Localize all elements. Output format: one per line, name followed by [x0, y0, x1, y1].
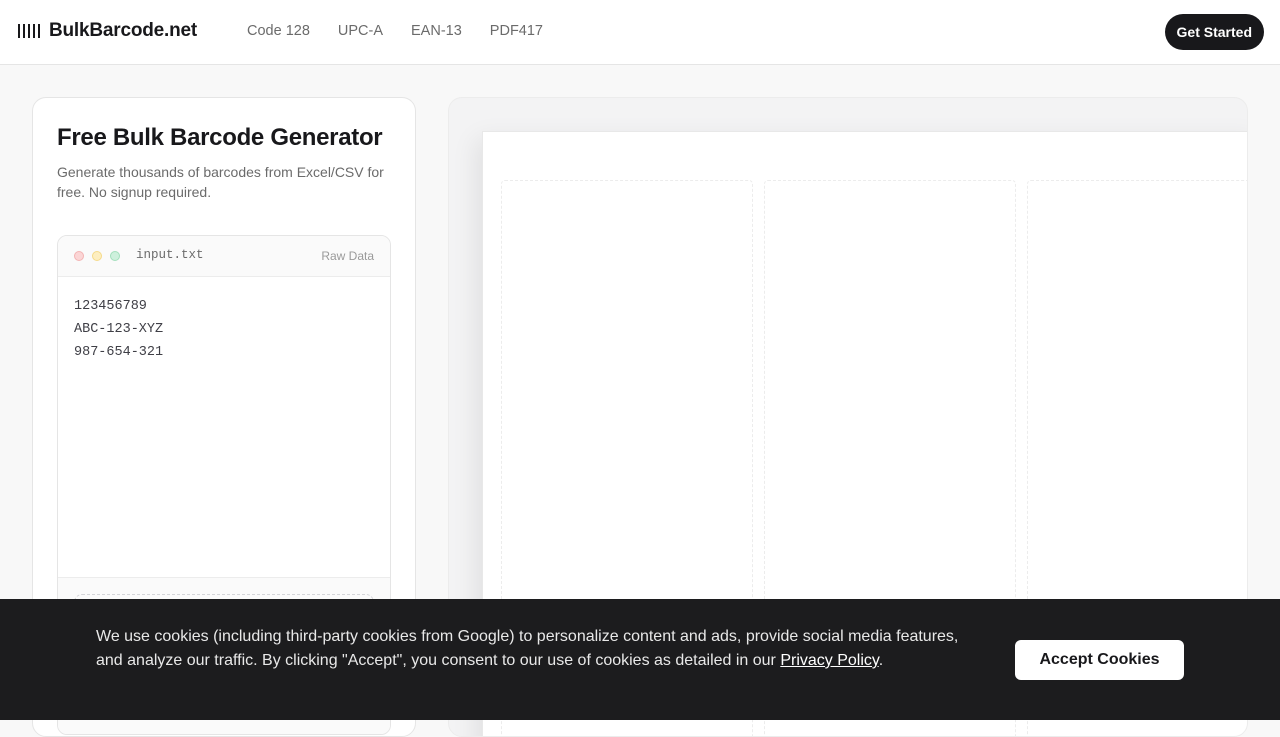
nav-link-ean13[interactable]: EAN-13: [411, 23, 462, 39]
editor-filename: input.txt: [136, 248, 204, 262]
accept-cookies-button[interactable]: Accept Cookies: [1015, 640, 1184, 680]
editor-mode-label: Raw Data: [321, 249, 374, 263]
brand-logo-link[interactable]: BulkBarcode.net: [18, 20, 197, 42]
cookie-message: We use cookies (including third-party co…: [96, 625, 976, 673]
maximize-dot-icon: [110, 251, 120, 261]
nav-link-upca[interactable]: UPC-A: [338, 23, 383, 39]
top-header: BulkBarcode.net Code 128 UPC-A EAN-13 PD…: [0, 0, 1280, 65]
page-title: Free Bulk Barcode Generator: [57, 124, 383, 151]
data-line: 987-654-321: [74, 345, 164, 360]
nav-link-pdf417[interactable]: PDF417: [490, 23, 543, 39]
data-line: 123456789: [74, 299, 147, 314]
get-started-button[interactable]: Get Started: [1164, 14, 1264, 50]
cookie-text-end: .: [878, 652, 884, 669]
close-dot-icon: [74, 251, 84, 261]
nav-link-code128[interactable]: Code 128: [247, 23, 310, 39]
data-line: ABC-123-XYZ: [74, 322, 164, 337]
privacy-policy-link[interactable]: Privacy Policy: [780, 652, 878, 669]
minimize-dot-icon: [92, 251, 102, 261]
barcode-icon: [18, 23, 40, 39]
data-input-textarea[interactable]: 123456789 ABC-123-XYZ 987-654-321: [58, 278, 390, 578]
brand-name: BulkBarcode.net: [49, 20, 197, 41]
cookie-banner: We use cookies (including third-party co…: [0, 599, 1280, 720]
page-subtitle: Generate thousands of barcodes from Exce…: [57, 164, 384, 200]
editor-titlebar: input.txt Raw Data: [58, 236, 390, 277]
main-nav: Code 128 UPC-A EAN-13 PDF417: [247, 23, 543, 39]
